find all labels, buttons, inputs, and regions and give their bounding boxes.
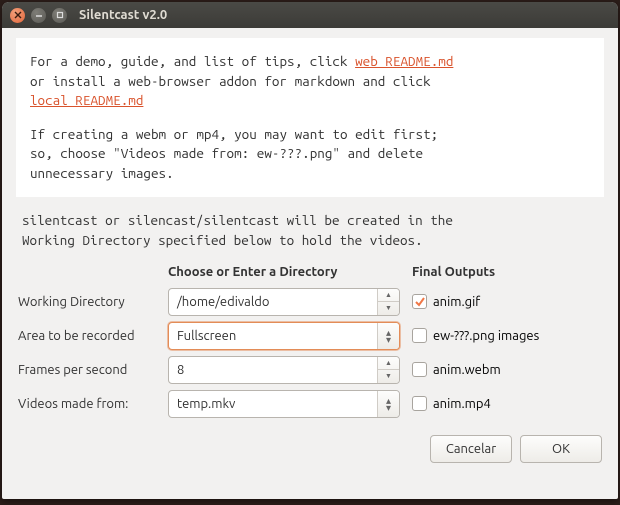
area-value: Fullscreen — [169, 329, 377, 343]
fps-input[interactable]: 8 ▲ ▼ — [168, 356, 400, 384]
header-outputs: Final Outputs — [408, 265, 602, 279]
dialog-buttons: Cancelar OK — [16, 421, 604, 463]
window-title: Silentcast v2.0 — [79, 8, 167, 22]
chevron-down-icon[interactable]: ▼ — [378, 370, 399, 383]
spin-arrows[interactable]: ▲ ▼ — [377, 289, 399, 315]
chevron-updown-icon[interactable]: ▴▾ — [377, 323, 399, 349]
videos-from-value: temp.mkv — [169, 397, 377, 411]
anim-mp4-checkbox[interactable] — [412, 396, 427, 411]
fps-value: 8 — [169, 363, 377, 377]
intro-text: For a demo, guide, and list of tips, cli… — [16, 38, 604, 197]
intro-line-6: unnecessary images. — [30, 164, 590, 184]
anim-gif-label: anim.gif — [433, 295, 480, 309]
anim-webm-checkbox[interactable] — [412, 362, 427, 377]
note-line-2: Working Directory specified below to hol… — [22, 231, 598, 251]
working-directory-input[interactable]: /home/edivaldo ▲ ▼ — [168, 288, 400, 316]
videos-from-combobox[interactable]: temp.mkv ▴▾ — [168, 390, 400, 418]
spin-arrows[interactable]: ▲ ▼ — [377, 357, 399, 383]
anim-webm-label: anim.webm — [433, 363, 501, 377]
maximize-icon[interactable] — [52, 8, 67, 23]
intro-line-2: or install a web-browser addon for markd… — [30, 72, 590, 92]
row-area: Area to be recorded Fullscreen ▴▾ ew-???… — [16, 319, 604, 353]
ew-png-label: ew-???.png images — [433, 329, 539, 343]
chevron-up-icon[interactable]: ▲ — [378, 357, 399, 371]
close-icon[interactable] — [10, 8, 25, 23]
ew-png-checkbox[interactable] — [412, 328, 427, 343]
row-working-directory: Working Directory /home/edivaldo ▲ ▼ ani… — [16, 285, 604, 319]
titlebar: Silentcast v2.0 — [2, 2, 618, 28]
column-headers: Choose or Enter a Directory Final Output… — [16, 257, 604, 285]
content-area: For a demo, guide, and list of tips, cli… — [2, 28, 618, 499]
area-label: Area to be recorded — [18, 329, 160, 343]
web-readme-link[interactable]: web README.md — [355, 53, 453, 69]
videos-from-label: Videos made from: — [18, 397, 160, 411]
chevron-up-icon[interactable]: ▲ — [378, 289, 399, 303]
working-directory-label: Working Directory — [18, 295, 160, 309]
note-text: silentcast or silencast/silentcast will … — [16, 197, 604, 256]
cancel-button[interactable]: Cancelar — [430, 435, 512, 463]
area-combobox[interactable]: Fullscreen ▴▾ — [168, 322, 400, 350]
note-line-1: silentcast or silencast/silentcast will … — [22, 211, 598, 231]
local-readme-link[interactable]: local README.md — [30, 92, 143, 108]
ok-button[interactable]: OK — [520, 435, 602, 463]
intro-line-5: so, choose "Videos made from: ew-???.png… — [30, 144, 590, 164]
anim-gif-checkbox[interactable] — [412, 294, 427, 309]
intro-line-1a: For a demo, guide, and list of tips, cli… — [30, 53, 355, 69]
row-fps: Frames per second 8 ▲ ▼ anim.webm — [16, 353, 604, 387]
working-directory-value: /home/edivaldo — [169, 295, 377, 309]
chevron-updown-icon[interactable]: ▴▾ — [377, 391, 399, 417]
chevron-down-icon[interactable]: ▼ — [378, 302, 399, 315]
fps-label: Frames per second — [18, 363, 160, 377]
row-videos-from: Videos made from: temp.mkv ▴▾ anim.mp4 — [16, 387, 604, 421]
dialog-window: Silentcast v2.0 For a demo, guide, and l… — [2, 2, 618, 499]
anim-mp4-label: anim.mp4 — [433, 397, 491, 411]
intro-line-4: If creating a webm or mp4, you may want … — [30, 125, 590, 145]
minimize-icon[interactable] — [31, 8, 46, 23]
header-directory: Choose or Enter a Directory — [168, 265, 408, 279]
